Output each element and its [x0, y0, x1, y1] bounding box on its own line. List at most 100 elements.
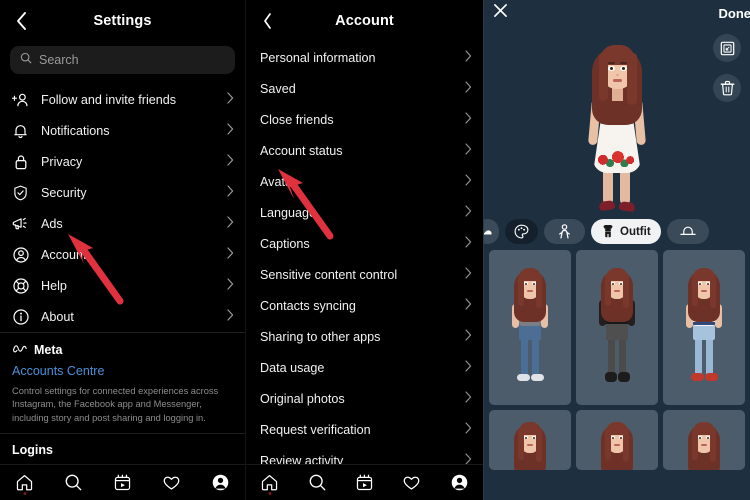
account-item-label: Personal information [260, 50, 376, 65]
tab-shoe[interactable] [484, 219, 499, 244]
avatar-full-body[interactable] [557, 29, 677, 214]
chevron-right-icon [227, 123, 234, 138]
sidebar-item-notifications[interactable]: Notifications [0, 115, 245, 146]
close-icon[interactable] [493, 3, 508, 23]
chevron-left-icon[interactable] [10, 10, 32, 32]
account-item-captions[interactable]: Captions [246, 228, 483, 259]
meta-brand: Meta [12, 343, 233, 357]
account-item-label: Language [260, 205, 317, 220]
account-item-data-usage[interactable]: Data usage [246, 352, 483, 383]
outfit-option-row2-item1[interactable] [489, 410, 571, 470]
chevron-right-icon [465, 329, 472, 344]
app-screen: Settings Search Follow and invite friend… [0, 0, 750, 500]
chevron-right-icon [465, 112, 472, 127]
account-item-saved[interactable]: Saved [246, 73, 483, 104]
account-item-account-status[interactable]: Account status [246, 135, 483, 166]
account-item-language[interactable]: Language [246, 197, 483, 228]
chevron-right-icon [227, 154, 234, 169]
lock-icon [12, 153, 29, 170]
reels-icon[interactable] [353, 472, 375, 494]
outfit-option-black-turtleneck[interactable] [576, 250, 658, 405]
tab-palette[interactable] [505, 219, 538, 244]
avatar-preview-stage [484, 0, 750, 214]
tab-outfit[interactable]: Outfit [591, 219, 661, 244]
chevron-right-icon [465, 143, 472, 158]
chevron-left-icon[interactable] [256, 10, 278, 32]
search-placeholder: Search [39, 53, 79, 67]
chevron-right-icon [465, 236, 472, 251]
chevron-right-icon [465, 174, 472, 189]
meta-brand-label: Meta [34, 343, 63, 357]
search-icon[interactable] [63, 472, 85, 494]
outfit-option-striped-top-jeans[interactable] [663, 250, 745, 405]
tab-hat[interactable] [666, 219, 709, 244]
follow-invite-friends-icon [12, 91, 29, 108]
account-item-original-photos[interactable]: Original photos [246, 383, 483, 414]
search-input[interactable]: Search [10, 46, 235, 74]
heart-icon[interactable] [401, 472, 423, 494]
tab-body[interactable] [544, 219, 585, 244]
active-indicator-dot [23, 491, 26, 495]
account-circle-icon [12, 246, 29, 263]
tab-outfit-label: Outfit [620, 225, 651, 238]
home-icon[interactable] [259, 472, 281, 495]
account-item-personal-information[interactable]: Personal information [246, 42, 483, 73]
account-item-close-friends[interactable]: Close friends [246, 104, 483, 135]
profile-avatar-icon[interactable] [210, 472, 232, 494]
shield-check-icon [12, 184, 29, 201]
outfit-option-row2-item3[interactable] [663, 410, 745, 470]
account-item-label: Request verification [260, 422, 371, 437]
active-indicator-dot [268, 491, 272, 495]
sidebar-item-label: Help [41, 278, 67, 293]
accounts-centre-link[interactable]: Accounts Centre [12, 364, 233, 378]
reels-icon[interactable] [112, 472, 134, 494]
chevron-right-icon [227, 278, 234, 293]
account-header: Account [246, 0, 483, 42]
avatar-category-tabs: Outfit [484, 214, 750, 250]
account-item-label: Captions [260, 236, 310, 251]
settings-header: Settings [0, 0, 245, 42]
shoe-icon [484, 230, 492, 235]
sidebar-item-ads[interactable]: Ads [0, 208, 245, 239]
account-item-avatar[interactable]: Avatar [246, 166, 483, 197]
info-circle-icon [12, 308, 29, 325]
sidebar-item-help[interactable]: Help [0, 270, 245, 301]
sticker-frame-icon[interactable] [713, 34, 741, 62]
done-button[interactable]: Done [719, 6, 750, 21]
logins-section-title: Logins [12, 443, 53, 458]
account-item-sensitive-content-control[interactable]: Sensitive content control [246, 259, 483, 290]
meta-accounts-centre-section: Meta Accounts Centre Control settings fo… [0, 333, 245, 433]
sidebar-item-label: Ads [41, 216, 63, 231]
trash-icon[interactable] [713, 74, 741, 102]
chevron-right-icon [465, 81, 472, 96]
sidebar-item-follow-and-invite-friends[interactable]: Follow and invite friends [0, 84, 245, 115]
sidebar-item-label: Notifications [41, 123, 110, 138]
account-item-label: Avatar [260, 174, 297, 189]
sidebar-item-about[interactable]: About [0, 301, 245, 332]
account-item-label: Account status [260, 143, 343, 158]
chevron-right-icon [465, 422, 472, 437]
heart-icon[interactable] [161, 472, 183, 494]
profile-avatar-icon[interactable] [448, 472, 470, 494]
home-icon[interactable] [14, 472, 36, 495]
hat-icon [679, 226, 696, 236]
page-title: Account [335, 13, 394, 29]
sidebar-item-privacy[interactable]: Privacy [0, 146, 245, 177]
outfit-option-row2-item2[interactable] [576, 410, 658, 470]
sidebar-item-account[interactable]: Account [0, 239, 245, 270]
sidebar-item-label: Follow and invite friends [41, 92, 177, 107]
chevron-right-icon [227, 185, 234, 200]
chevron-right-icon [227, 216, 234, 231]
account-item-request-verification[interactable]: Request verification [246, 414, 483, 445]
bottom-nav-settings [0, 464, 245, 500]
outfit-option-grey-tee-jeans[interactable] [489, 250, 571, 405]
sidebar-item-security[interactable]: Security [0, 177, 245, 208]
accounts-centre-description: Control settings for connected experienc… [12, 386, 219, 423]
search-icon[interactable] [306, 472, 328, 494]
account-item-sharing-to-other-apps[interactable]: Sharing to other apps [246, 321, 483, 352]
chevron-right-icon [227, 247, 234, 262]
account-item-contacts-syncing[interactable]: Contacts syncing [246, 290, 483, 321]
avatar-editor-side-actions [713, 34, 741, 102]
settings-panel: Settings Search Follow and invite friend… [0, 0, 246, 500]
account-panel: Account Personal information Saved Close… [246, 0, 484, 500]
